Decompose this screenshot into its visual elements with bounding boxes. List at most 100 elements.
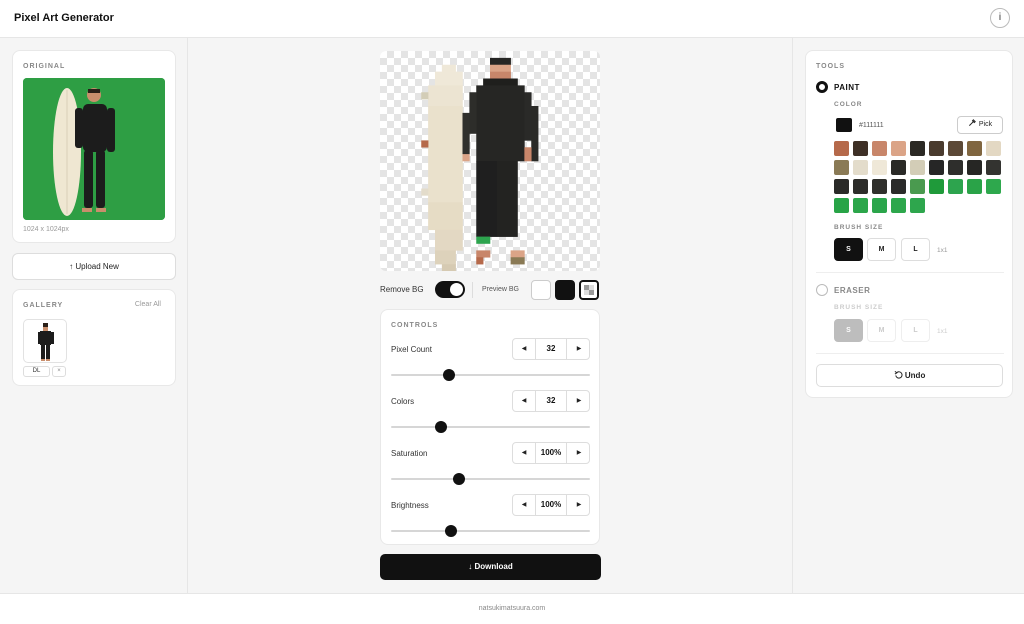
eraser-radio[interactable] [816,284,828,296]
saturation-decrease-button[interactable]: ◀ [513,443,535,463]
palette-swatch[interactable] [929,160,944,175]
palette-swatch[interactable] [834,141,849,156]
eraser-size-l-button[interactable]: L [901,319,930,342]
pixel-count-decrease-button[interactable]: ◀ [513,339,535,359]
palette-swatch[interactable] [910,141,925,156]
palette-swatch[interactable] [967,141,982,156]
palette-swatch[interactable] [967,179,982,194]
colors-slider-handle[interactable] [434,421,447,433]
brightness-slider[interactable] [391,525,590,537]
right-panel: TOOLS PAINT COLOR #111111 Pick BRUSH SIZ… [792,38,1024,593]
pixel-count-slider[interactable] [391,369,590,381]
saturation-slider[interactable] [391,473,590,485]
gallery-remove-button[interactable]: × [52,366,66,377]
palette-swatch[interactable] [872,198,887,213]
palette-swatch[interactable] [986,160,1001,175]
pixel-block [483,78,518,86]
palette-swatch[interactable] [891,160,906,175]
pixel-block [510,250,525,258]
palette-swatch[interactable] [948,160,963,175]
pixel-block [421,188,429,196]
eraser-size-s-button[interactable]: S [834,319,863,342]
eraser-size-note: 1x1 [937,328,948,335]
palette-swatch[interactable] [834,179,849,194]
paint-radio[interactable] [816,81,828,93]
pixel-count-increase-button[interactable]: ▶ [568,339,590,359]
color-label: COLOR [834,101,863,108]
palette-swatch[interactable] [948,179,963,194]
palette-swatch[interactable] [853,160,868,175]
paint-size-l-button[interactable]: L [901,238,930,261]
gallery-download-button[interactable]: DL [23,366,50,377]
paint-size-note: 1x1 [937,247,948,254]
left-panel: ORIGINAL 1024 x 1024px ↑ Upload New GALL… [0,38,188,593]
center-panel: Remove BG Preview BG CONTROLS Pixel Coun… [188,38,792,593]
colors-slider[interactable] [391,421,590,433]
pixel-block [476,257,484,265]
pixel-count-value: 32 [535,339,567,359]
palette-swatch[interactable] [948,141,963,156]
pixel-count-slider-handle[interactable] [442,369,455,381]
saturation-increase-button[interactable]: ▶ [568,443,590,463]
palette-swatch[interactable] [910,179,925,194]
brightness-value: 100% [535,495,567,515]
pixel-count-label: Pixel Count [391,345,432,354]
pixel-canvas[interactable] [380,51,600,271]
brightness-increase-button[interactable]: ▶ [568,495,590,515]
palette-swatch[interactable] [834,160,849,175]
palette-swatch[interactable] [834,198,849,213]
palette-swatch[interactable] [910,198,925,213]
palette-swatch[interactable] [872,179,887,194]
original-image [23,78,165,220]
colors-increase-button[interactable]: ▶ [568,391,590,411]
current-color-swatch[interactable] [836,118,852,132]
pixel-block [524,147,532,162]
palette-swatch[interactable] [853,198,868,213]
gallery-card: GALLERY Clear All DL × [12,289,176,386]
palette-swatch[interactable] [929,141,944,156]
paint-size-s-button[interactable]: S [834,238,863,261]
pixel-block [441,64,456,72]
saturation-slider-handle[interactable] [452,473,465,485]
pick-color-button[interactable]: Pick [957,116,1003,134]
download-button[interactable]: ↓ Download [380,554,601,580]
palette-swatch[interactable] [986,141,1001,156]
palette-swatch[interactable] [986,179,1001,194]
preview-bg-black-button[interactable] [555,280,575,300]
remove-bg-toggle[interactable] [435,281,465,298]
brightness-decrease-button[interactable]: ◀ [513,495,535,515]
palette-swatch[interactable] [910,160,925,175]
palette-swatch[interactable] [872,160,887,175]
paint-size-m-button[interactable]: M [867,238,896,261]
pixel-block [441,264,456,271]
colors-decrease-button[interactable]: ◀ [513,391,535,411]
pixel-block [469,92,477,134]
palette-swatch[interactable] [891,141,906,156]
preview-bg-white-button[interactable] [531,280,551,300]
palette-swatch[interactable] [872,141,887,156]
palette-swatch[interactable] [891,198,906,213]
undo-button[interactable]: Undo [816,364,1003,387]
clear-all-button[interactable]: Clear All [135,301,161,308]
undo-icon [894,370,903,379]
gallery-label: GALLERY [23,302,64,309]
preview-bg-label: Preview BG [482,286,519,293]
palette-swatch[interactable] [929,179,944,194]
upload-new-button[interactable]: ↑ Upload New [12,253,176,280]
pixel-block [490,71,511,79]
palette-swatch[interactable] [853,179,868,194]
saturation-stepper: ◀ 100% ▶ [512,442,590,464]
palette-swatch[interactable] [891,179,906,194]
palette-swatch[interactable] [853,141,868,156]
brightness-label: Brightness [391,501,429,510]
brightness-slider-handle[interactable] [444,525,457,537]
pixel-block [476,236,491,244]
app-header: Pixel Art Generator i [0,0,1024,38]
preview-bg-transparent-button[interactable] [579,280,599,300]
eraser-size-m-button[interactable]: M [867,319,896,342]
colors-label: Colors [391,397,415,406]
info-button[interactable]: i [990,8,1010,28]
palette-swatch[interactable] [967,160,982,175]
brightness-stepper: ◀ 100% ▶ [512,494,590,516]
gallery-thumbnail[interactable] [23,319,67,363]
